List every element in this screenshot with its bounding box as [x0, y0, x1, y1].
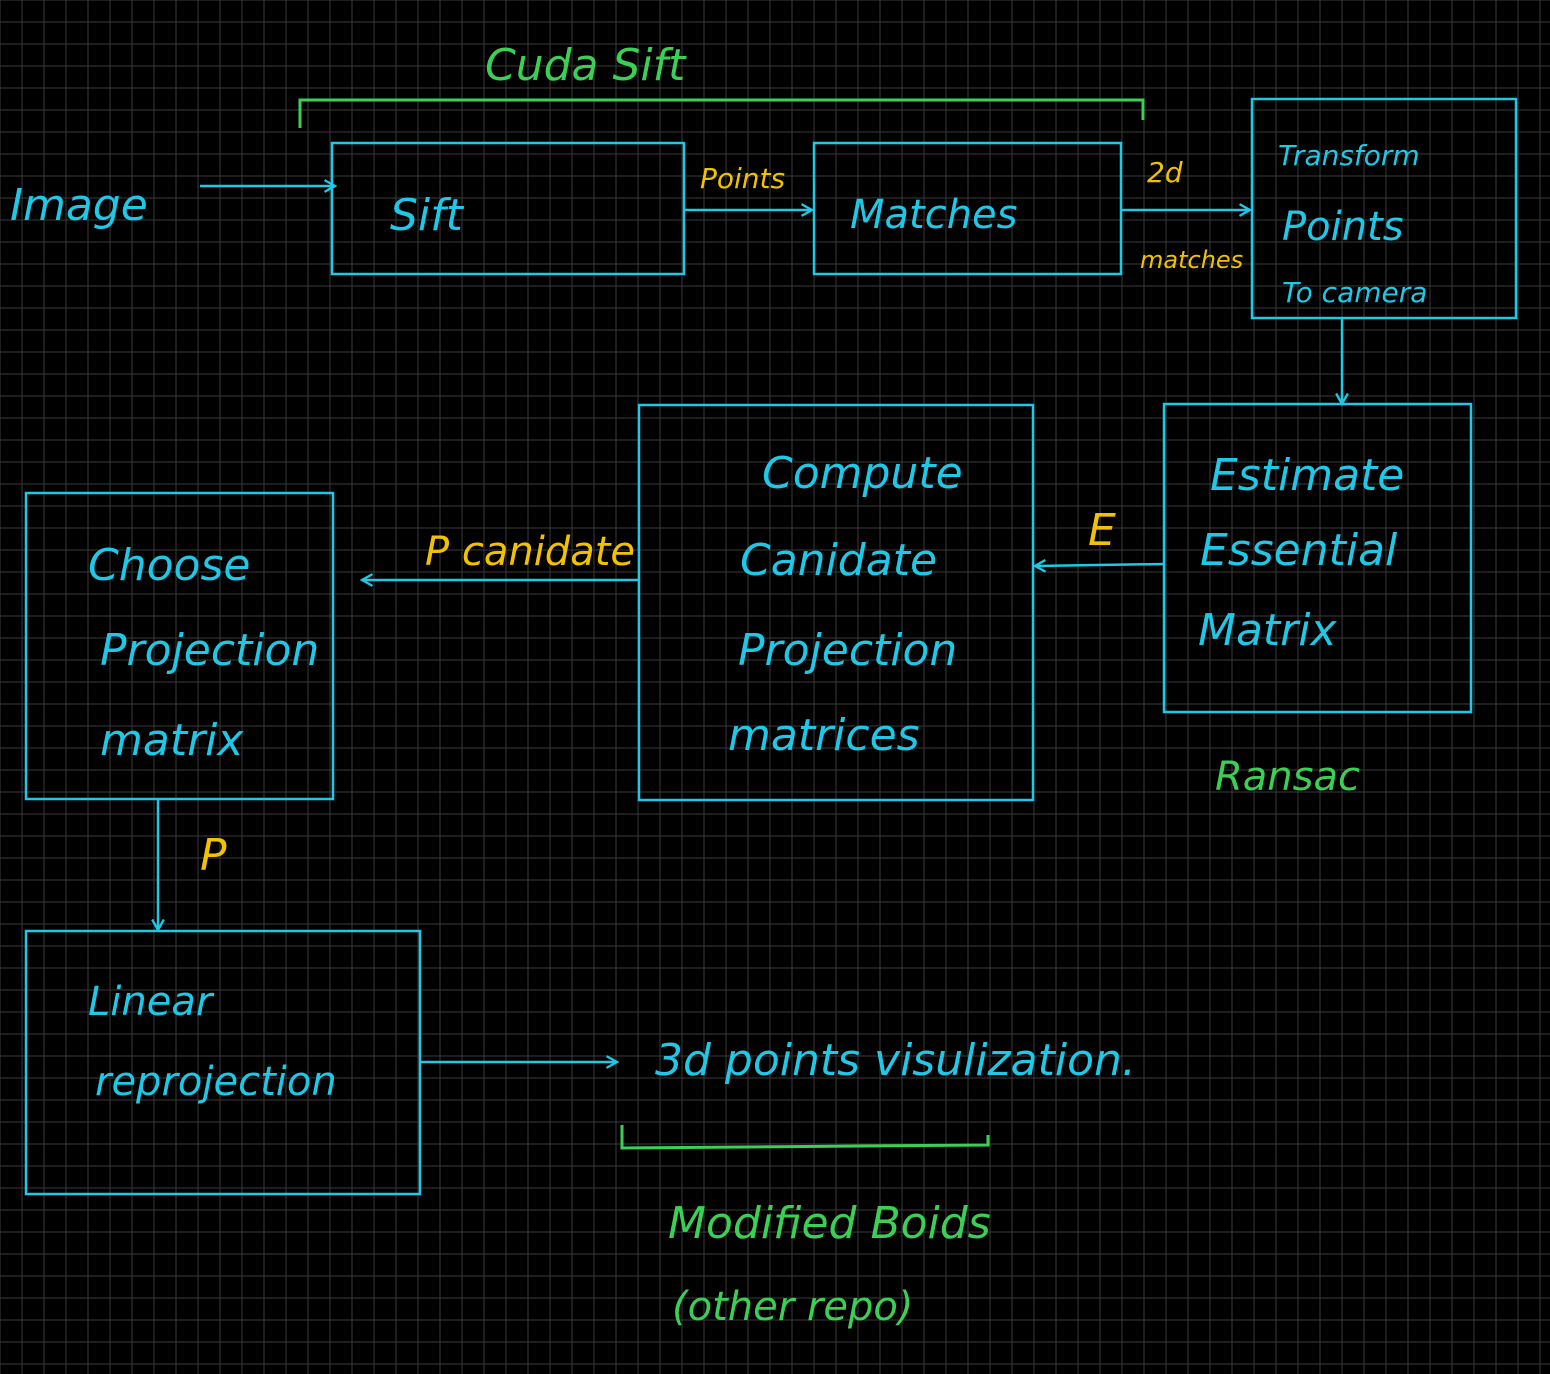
ransac-label: Ransac	[1215, 754, 1360, 800]
compute-line1: Compute	[762, 448, 963, 499]
estimate-line2: Essential	[1200, 525, 1398, 576]
matches-2d-label: matches	[1140, 246, 1243, 274]
estimate-line1: Estimate	[1210, 450, 1404, 501]
2d-label: 2d	[1147, 156, 1183, 189]
visualization-label: 3d points visulization.	[655, 1035, 1136, 1086]
cuda-sift-label: Cuda Sift	[485, 40, 687, 91]
p-label: P	[200, 830, 227, 881]
cuda-sift-bracket	[298, 98, 1145, 128]
sift-box	[330, 141, 686, 276]
estimate-line3: Matrix	[1198, 605, 1337, 656]
points-label: Points	[700, 162, 785, 195]
choose-line3: matrix	[100, 715, 244, 766]
transform-line1: Transform	[1278, 139, 1420, 172]
transform-line2: Points	[1282, 204, 1404, 250]
p-candidate-label: P canidate	[425, 529, 635, 575]
compute-line4: matrices	[728, 710, 920, 761]
compute-line2: Canidate	[740, 535, 937, 586]
estimate-to-compute-arrow	[1035, 564, 1165, 566]
other-repo-label: (other repo)	[672, 1284, 913, 1330]
modified-boids-label: Modified Boids	[668, 1198, 991, 1249]
modified-boids-bracket	[620, 1125, 990, 1150]
matches-label: Matches	[850, 192, 1018, 238]
choose-line1: Choose	[88, 540, 250, 591]
e-label: E	[1088, 505, 1116, 556]
choose-line2: Projection	[100, 625, 319, 676]
pipeline-diagram: Cuda Sift Image Sift Points Matches 2d m…	[0, 0, 1550, 1374]
linear-line2: reprojection	[95, 1059, 337, 1105]
transform-line3: To camera	[1282, 276, 1427, 309]
sift-label: Sift	[390, 190, 465, 241]
linear-line1: Linear	[88, 979, 215, 1025]
compute-line3: Projection	[738, 625, 957, 676]
image-label: Image	[10, 180, 148, 231]
